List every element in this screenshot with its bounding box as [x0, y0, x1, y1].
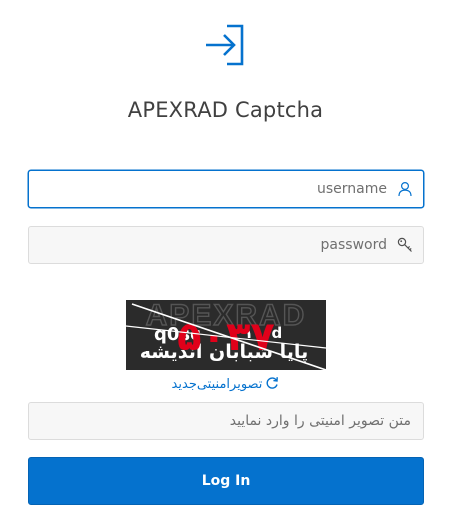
username-field[interactable]	[28, 170, 424, 208]
page-title: APEXRAD Captcha	[127, 98, 324, 122]
password-field[interactable]	[28, 226, 424, 264]
username-input[interactable]	[29, 171, 423, 207]
user-icon	[398, 181, 412, 197]
sign-in-icon	[206, 24, 244, 66]
captcha-image: APEXRAD پایا شبابان اندیشه q0sc ۱۰۰d ۵۰۳…	[126, 300, 326, 370]
login-page: APEXRAD Captcha APEXRAD پایا شبابان اندی…	[0, 0, 451, 530]
refresh-captcha-label: تصویرامنیتی‌جدید	[171, 377, 263, 392]
refresh-icon	[266, 377, 279, 389]
password-input[interactable]	[29, 227, 423, 263]
refresh-captcha-link[interactable]: تصویرامنیتی‌جدید	[0, 376, 451, 392]
captcha-input[interactable]	[29, 403, 423, 439]
captcha-field[interactable]	[28, 402, 424, 440]
login-button[interactable]: Log In	[28, 457, 424, 505]
key-icon	[397, 237, 412, 252]
